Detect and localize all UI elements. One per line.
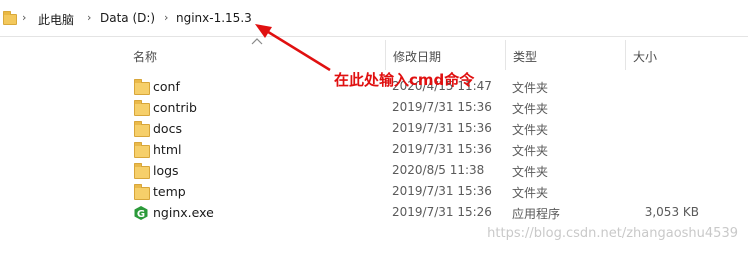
file-row-nginx-exe[interactable]: G nginx.exe 2019/7/31 15:26 应用程序 3,053 K… [126, 202, 726, 223]
file-name: logs [153, 163, 179, 178]
column-divider[interactable] [505, 40, 506, 70]
column-divider[interactable] [625, 40, 626, 70]
file-type: 文件夹 [512, 165, 549, 179]
file-name: html [153, 142, 182, 157]
file-modified: 2019/7/31 15:36 [392, 142, 492, 156]
folder-icon [134, 163, 150, 179]
breadcrumb-drive-d[interactable]: Data (D:) [100, 11, 155, 25]
watermark: https://blog.csdn.net/zhangaoshu4539 [487, 226, 738, 241]
column-divider[interactable] [385, 40, 386, 70]
sort-ascending-icon [251, 38, 263, 45]
file-row-html[interactable]: html 2019/7/31 15:36 文件夹 [126, 139, 726, 160]
file-type: 文件夹 [512, 144, 549, 158]
file-type: 应用程序 [512, 207, 561, 221]
column-header-size[interactable]: 大小 [633, 48, 657, 65]
breadcrumb-separator: › [87, 11, 92, 24]
breadcrumb-separator: › [164, 11, 169, 24]
column-header-name[interactable]: 名称 [133, 48, 157, 65]
file-modified: 2019/7/31 15:36 [392, 100, 492, 114]
folder-icon [134, 142, 150, 158]
file-type: 文件夹 [512, 102, 549, 116]
file-modified: 2020/8/5 11:38 [392, 163, 485, 177]
file-name: temp [153, 184, 186, 199]
column-header-modified[interactable]: 修改日期 [393, 48, 441, 65]
folder-icon [134, 79, 150, 95]
file-modified: 2019/7/31 15:36 [392, 121, 492, 135]
breadcrumb-this-pc[interactable]: 此电脑 [38, 11, 74, 28]
file-name: conf [153, 79, 180, 94]
file-row-docs[interactable]: docs 2019/7/31 15:36 文件夹 [126, 118, 726, 139]
file-name: docs [153, 121, 182, 136]
breadcrumb-nginx-folder[interactable]: nginx-1.15.3 [176, 11, 252, 25]
file-type: 文件夹 [512, 123, 549, 137]
folder-icon [134, 184, 150, 200]
breadcrumb-separator: › [22, 11, 27, 24]
annotation-text: 在此处输入cmd命令 [334, 71, 475, 89]
folder-icon [134, 100, 150, 116]
file-modified: 2019/7/31 15:36 [392, 184, 492, 198]
nginx-app-icon: G [134, 206, 148, 220]
svg-text:G: G [137, 209, 145, 220]
file-row-temp[interactable]: temp 2019/7/31 15:36 文件夹 [126, 181, 726, 202]
file-row-logs[interactable]: logs 2020/8/5 11:38 文件夹 [126, 160, 726, 181]
file-name: nginx.exe [153, 205, 214, 220]
file-explorer-window: › 此电脑 › Data (D:) › nginx-1.15.3 名称 修改日期… [0, 0, 748, 253]
file-size: 3,053 KB [644, 205, 699, 219]
file-name: contrib [153, 100, 197, 115]
file-type: 文件夹 [512, 186, 549, 200]
file-modified: 2019/7/31 15:26 [392, 205, 492, 219]
column-header-type[interactable]: 类型 [513, 48, 537, 65]
address-bar[interactable]: › 此电脑 › Data (D:) › nginx-1.15.3 [0, 0, 748, 37]
file-type: 文件夹 [512, 81, 549, 95]
file-row-contrib[interactable]: contrib 2019/7/31 15:36 文件夹 [126, 97, 726, 118]
folder-icon [3, 11, 17, 25]
folder-icon [134, 121, 150, 137]
